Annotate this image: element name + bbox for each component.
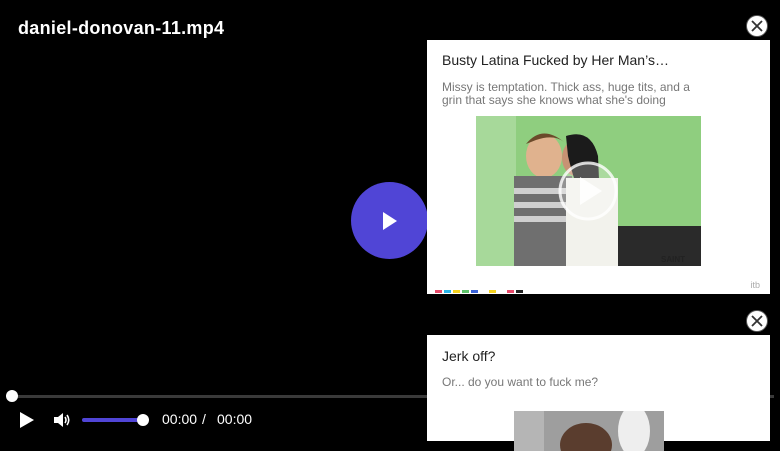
ad-watermark: SAINT (661, 255, 685, 264)
video-title: daniel-donovan-11.mp4 (18, 18, 225, 38)
seek-handle[interactable] (6, 390, 18, 402)
play-icon (558, 161, 618, 221)
ad-description: Or... do you want to fuck me? (442, 375, 599, 389)
ad-thumbnail-picture (514, 411, 664, 451)
volume-handle[interactable] (137, 414, 149, 426)
duration: 00:00 (217, 411, 253, 427)
ad-thumbnail[interactable]: SAINT (476, 116, 701, 266)
big-play-button[interactable] (351, 182, 428, 259)
ad-description: Missy is temptation. Thick ass, huge tit… (442, 80, 690, 107)
ad-popup[interactable]: Jerk off? Or... do you want to fuck me? (427, 335, 770, 451)
ad-popup[interactable]: Busty Latina Fucked by Her Man’s… Missy … (427, 40, 770, 294)
ad-title[interactable]: Jerk off? (442, 348, 495, 364)
ad-thumbnail[interactable] (514, 411, 664, 451)
ad-network-tag: itb (750, 280, 760, 290)
close-icon (751, 20, 763, 32)
ad-close-button[interactable] (746, 15, 768, 37)
ad-colorbar (435, 290, 523, 293)
volume-slider[interactable] (82, 418, 144, 422)
volume-icon[interactable] (52, 410, 72, 430)
time-separator: / (202, 411, 206, 427)
current-time: 00:00 (162, 411, 198, 427)
play-button[interactable] (17, 410, 37, 430)
ad-title[interactable]: Busty Latina Fucked by Her Man’s… (442, 52, 669, 68)
ad-close-button[interactable] (746, 310, 768, 332)
play-icon (382, 211, 397, 230)
close-icon (751, 315, 763, 327)
